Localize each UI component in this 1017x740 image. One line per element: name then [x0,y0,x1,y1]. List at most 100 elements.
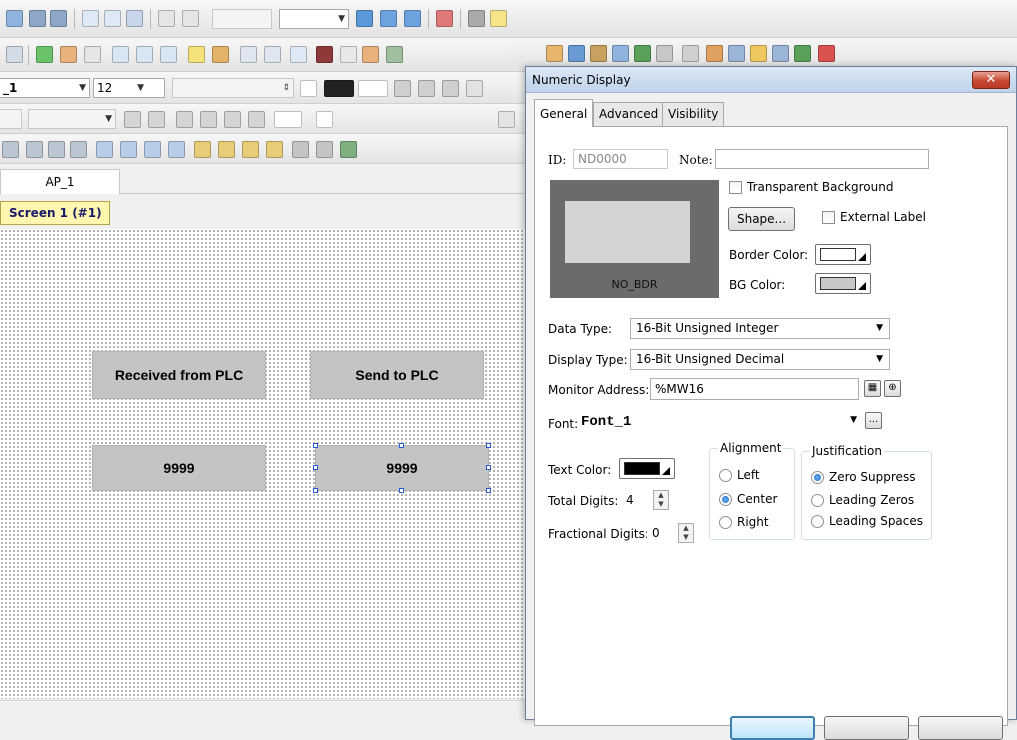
distribute-v-icon[interactable] [120,141,137,158]
circle-icon[interactable] [200,111,217,128]
fg-color-icon[interactable] [300,80,317,97]
zoom-combo[interactable] [212,9,272,29]
selection-handle[interactable] [313,443,318,448]
grid-toggle-icon[interactable] [498,111,515,128]
grid-icon[interactable] [6,46,23,63]
onoff-alt-icon[interactable] [182,10,199,27]
style-list-combo[interactable]: ▼ [28,109,116,129]
screen-tab[interactable]: Screen 1 (#1) [0,201,110,225]
zero-suppress-radio[interactable] [811,471,824,484]
shadow-icon[interactable] [394,80,411,97]
bring-front-icon[interactable] [194,141,211,158]
data-type-select[interactable]: 16-Bit Unsigned Integer ▼ [630,318,890,339]
message-icon[interactable] [290,46,307,63]
style-combo[interactable] [0,109,22,129]
screen-canvas[interactable]: Received from PLC Send to PLC 9999 9999 [0,229,525,699]
tab-general[interactable]: General [534,99,594,127]
selection-handle[interactable] [486,465,491,470]
multistate-icon[interactable] [212,46,229,63]
align-center-radio[interactable] [719,493,732,506]
line-chart-icon[interactable] [728,45,745,62]
address-lock-icon[interactable]: ⊕ [884,380,901,397]
help-icon[interactable] [490,10,507,27]
calendar-icon[interactable] [362,46,379,63]
leading-zeros-radio[interactable] [811,494,824,507]
fill-color-icon[interactable] [324,80,354,97]
frame-icon[interactable] [274,111,302,128]
selection-handle[interactable] [313,488,318,493]
import-icon[interactable] [380,10,397,27]
font-more-button[interactable]: ... [865,412,882,429]
slider-icon[interactable] [84,46,101,63]
send-to-plc-label[interactable]: Send to PLC [310,351,484,399]
wand-icon[interactable] [682,45,699,62]
forward-icon[interactable] [242,141,259,158]
selection-handle[interactable] [486,443,491,448]
align-right-icon[interactable] [48,141,65,158]
rect-icon[interactable] [176,111,193,128]
align-left-radio[interactable] [719,469,732,482]
onoff-icon[interactable] [158,10,175,27]
group-icon[interactable] [292,141,309,158]
same-width-icon[interactable] [144,141,161,158]
keypad-icon[interactable] [160,46,177,63]
align-top-icon[interactable] [70,141,87,158]
align-alt-icon[interactable] [442,80,459,97]
shape-button[interactable]: Shape... [728,207,795,231]
switch-icon[interactable] [60,46,77,63]
screen-icon[interactable] [6,10,23,27]
received-numeric-display[interactable]: 9999 [92,445,266,491]
day-icon[interactable] [386,46,403,63]
bar-icon[interactable] [634,45,651,62]
send-numeric-display[interactable]: 9999 [315,445,489,491]
zoom-level-combo[interactable]: ▼ [279,9,349,29]
dialog-title-bar[interactable]: Numeric Display ✕ [526,67,1016,93]
tab-visibility[interactable]: Visibility [662,102,725,126]
align-left-icon[interactable] [2,141,19,158]
numeric-display-icon[interactable] [240,46,257,63]
external-label-checkbox[interactable] [822,211,835,224]
simulate-icon[interactable] [468,10,485,27]
address-browse-icon[interactable]: ▦ [864,380,881,397]
close-button[interactable]: ✕ [972,71,1010,89]
leading-spaces-radio[interactable] [811,515,824,528]
zoom-fit-icon[interactable] [126,10,143,27]
gauge-icon[interactable] [316,46,333,63]
gif-icon[interactable] [590,45,607,62]
line-color-icon[interactable] [358,80,388,97]
screen-next-icon[interactable] [50,10,67,27]
received-from-plc-label[interactable]: Received from PLC [92,351,266,399]
total-digits-stepper[interactable]: ▲ ▼ [653,490,669,510]
text-entry-icon[interactable] [136,46,153,63]
monitor-address-input[interactable]: %MW16 [650,378,859,400]
font-name-combo[interactable]: _1 ▼ [0,78,90,98]
tab-advanced[interactable]: Advanced [593,102,665,126]
bulb-icon[interactable] [188,46,205,63]
picture-icon[interactable] [568,45,585,62]
align-icon[interactable] [418,80,435,97]
edit-icon[interactable] [316,111,333,128]
clock-icon[interactable] [340,46,357,63]
level-icon[interactable] [706,45,723,62]
note-field[interactable] [715,149,929,169]
text-align-icon[interactable] [466,80,483,97]
ring-icon[interactable] [794,45,811,62]
border-color-button[interactable] [815,244,871,265]
document-tab[interactable]: AP_1 [0,169,120,194]
transfer-icon[interactable] [436,10,453,27]
rotate-icon[interactable] [340,141,357,158]
bg-color-button[interactable] [815,273,871,294]
lamp-icon[interactable] [36,46,53,63]
screen-prev-icon[interactable] [29,10,46,27]
font-select[interactable]: Font_1 ▼ [581,411,861,433]
flag-icon[interactable] [656,45,673,62]
text-color-button[interactable] [619,458,675,479]
report-icon[interactable] [818,45,835,62]
zoom-out-icon[interactable] [104,10,121,27]
pen-icon[interactable] [124,111,141,128]
export-icon[interactable] [404,10,421,27]
distribute-h-icon[interactable] [96,141,113,158]
circle-shape-icon[interactable] [750,45,767,62]
selection-handle[interactable] [486,488,491,493]
table-icon[interactable] [612,45,629,62]
